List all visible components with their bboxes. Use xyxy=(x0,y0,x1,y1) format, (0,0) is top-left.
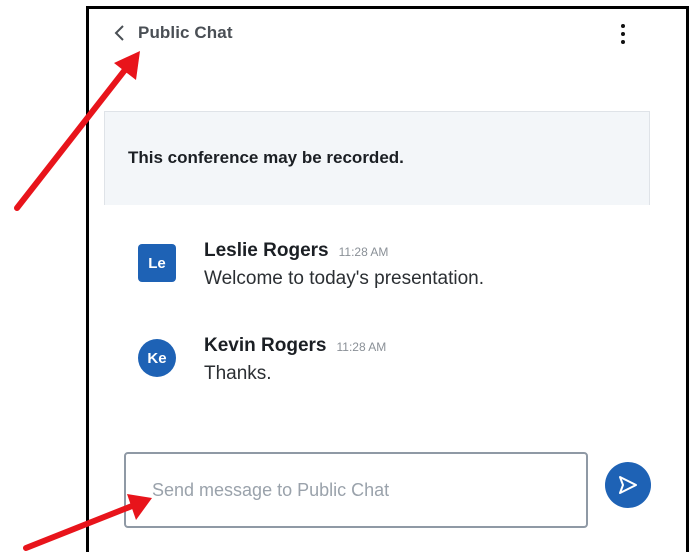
annotation-overlay xyxy=(14,51,152,551)
red-arrow-icon xyxy=(23,494,152,551)
red-arrow-icon xyxy=(14,51,140,211)
